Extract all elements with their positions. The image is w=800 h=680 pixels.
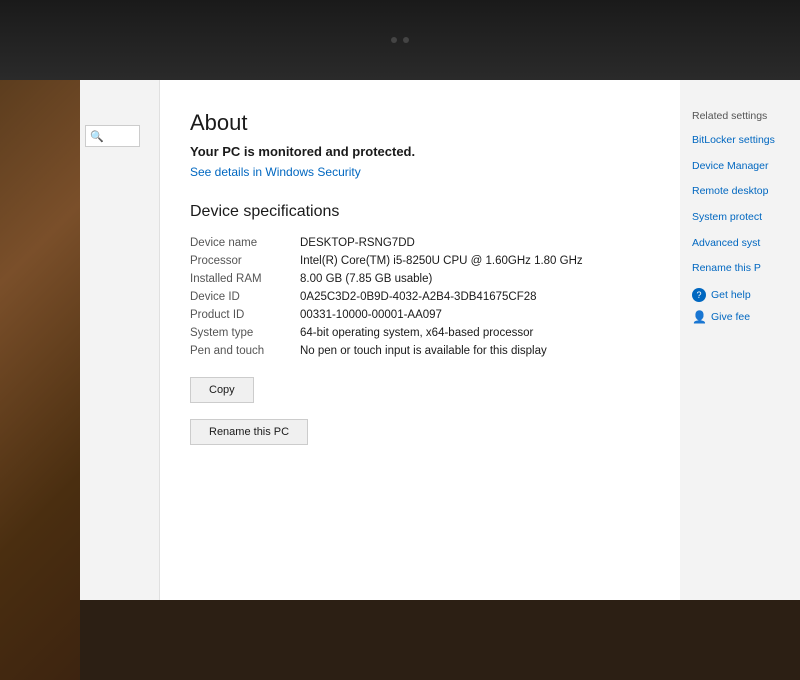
screen: 🔍 About Your PC is monitored and protect… (80, 80, 800, 600)
spec-value: 8.00 GB (7.85 GB usable) (300, 273, 670, 285)
related-settings-heading: Related settings (692, 110, 788, 122)
related-settings-link[interactable]: Device Manager (692, 160, 788, 174)
related-settings-link[interactable]: BitLocker settings (692, 134, 788, 148)
spec-value: Intel(R) Core(TM) i5-8250U CPU @ 1.60GHz… (300, 255, 670, 267)
device-specs-table: Device nameDESKTOP-RSNG7DDProcessorIntel… (190, 237, 670, 357)
table-row: ProcessorIntel(R) Core(TM) i5-8250U CPU … (190, 255, 670, 267)
copy-button-container: Copy (190, 377, 670, 411)
give-feedback-row[interactable]: 👤 Give fee (692, 310, 788, 324)
give-feedback-label: Give fee (711, 311, 750, 323)
spec-label: Processor (190, 255, 300, 267)
main-content: About Your PC is monitored and protected… (160, 80, 700, 600)
table-row: System type64-bit operating system, x64-… (190, 327, 670, 339)
related-links-list: BitLocker settings Device Manager Remote d… (692, 134, 788, 276)
desk-surface (0, 80, 80, 680)
camera-dot-left (391, 37, 397, 43)
spec-value: No pen or touch input is available for t… (300, 345, 670, 357)
table-row: Device ID0A25C3D2-0B9D-4032-A2B4-3DB4167… (190, 291, 670, 303)
sidebar-search-box[interactable]: 🔍 (85, 125, 140, 147)
device-specs-heading: Device specifications (190, 203, 670, 221)
right-panel: Related settings BitLocker settings Devic… (680, 80, 800, 600)
page-title: About (190, 110, 670, 136)
search-icon: 🔍 (90, 130, 104, 143)
get-help-row[interactable]: ? Get help (692, 288, 788, 302)
laptop-bezel (0, 0, 800, 80)
related-settings-link[interactable]: Advanced syst (692, 237, 788, 251)
windows-security-link[interactable]: See details in Windows Security (190, 165, 670, 179)
table-row: Installed RAM8.00 GB (7.85 GB usable) (190, 273, 670, 285)
get-help-label: Get help (711, 289, 751, 301)
feedback-icon: 👤 (692, 310, 706, 324)
table-row: Device nameDESKTOP-RSNG7DD (190, 237, 670, 249)
camera-dot-right (403, 37, 409, 43)
related-settings-link[interactable]: Remote desktop (692, 185, 788, 199)
spec-label: Device ID (190, 291, 300, 303)
rename-pc-button[interactable]: Rename this PC (190, 419, 308, 445)
spec-value: 0A25C3D2-0B9D-4032-A2B4-3DB41675CF28 (300, 291, 670, 303)
spec-value: 00331-10000-00001-AA097 (300, 309, 670, 321)
related-settings-link[interactable]: Rename this P (692, 262, 788, 276)
spec-label: Pen and touch (190, 345, 300, 357)
sidebar: 🔍 (80, 80, 160, 600)
spec-label: Installed RAM (190, 273, 300, 285)
rename-button-container: Rename this PC (190, 419, 670, 453)
spec-label: Device name (190, 237, 300, 249)
table-row: Product ID00331-10000-00001-AA097 (190, 309, 670, 321)
spec-label: System type (190, 327, 300, 339)
copy-button[interactable]: Copy (190, 377, 254, 403)
get-help-icon: ? (692, 288, 706, 302)
spec-value: 64-bit operating system, x64-based proce… (300, 327, 670, 339)
related-settings-link[interactable]: System protect (692, 211, 788, 225)
spec-label: Product ID (190, 309, 300, 321)
security-status-text: Your PC is monitored and protected. (190, 144, 670, 159)
spec-value: DESKTOP-RSNG7DD (300, 237, 670, 249)
table-row: Pen and touchNo pen or touch input is av… (190, 345, 670, 357)
